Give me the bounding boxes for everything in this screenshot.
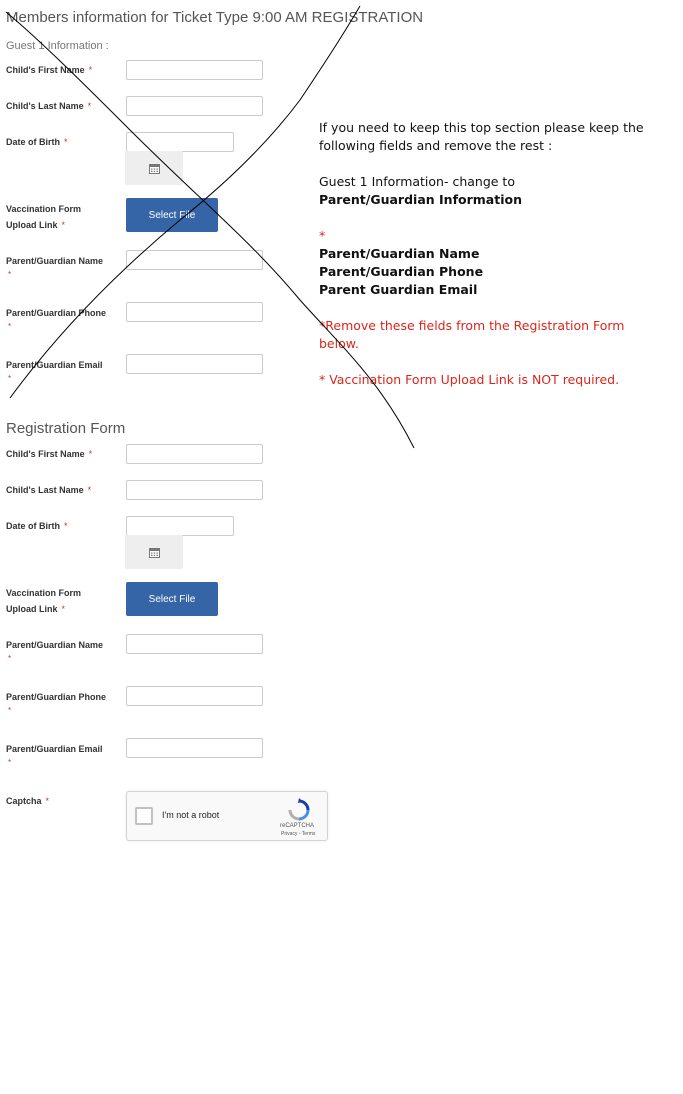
- note-vaccination: * Vaccination Form Upload Link is NOT re…: [319, 372, 620, 387]
- recaptcha-widget: I'm not a robot reCAPTCHA Privacy - Term…: [126, 791, 328, 841]
- guest-info-subtitle: Guest 1 Information :: [6, 40, 109, 52]
- registration-form-title: Registration Form: [6, 420, 126, 437]
- top-first-name-label: Child's First Name *: [6, 65, 93, 75]
- guardian-name-required: *: [8, 654, 12, 663]
- top-guardian-phone-input[interactable]: [126, 302, 263, 322]
- vaccination-label: Vaccination Form Upload Link *: [6, 588, 82, 614]
- note-remove-2: below.: [319, 336, 359, 351]
- guardian-phone-label: Parent/Guardian Phone: [6, 692, 107, 702]
- calendar-button[interactable]: [125, 535, 183, 569]
- top-guardian-email-label: Parent/Guardian Email: [6, 360, 103, 370]
- top-guardian-name-label: Parent/Guardian Name: [6, 256, 104, 266]
- top-last-name-input[interactable]: [126, 96, 263, 116]
- top-dob-label: Date of Birth *: [6, 137, 68, 147]
- recaptcha-logo-icon: [288, 798, 310, 821]
- note-remove-1: *Remove these fields from the Registrati…: [319, 318, 625, 333]
- guardian-name-label: Parent/Guardian Name: [6, 640, 104, 650]
- top-dob-input[interactable]: [126, 132, 234, 152]
- top-first-name-input[interactable]: [126, 60, 263, 80]
- dob-input[interactable]: [126, 516, 234, 536]
- guardian-phone-required: *: [8, 706, 12, 715]
- top-guardian-email-input[interactable]: [126, 354, 263, 374]
- guardian-phone-input[interactable]: [126, 686, 263, 706]
- first-name-label: Child's First Name *: [6, 449, 93, 459]
- last-name-label: Child's Last Name *: [6, 485, 92, 495]
- top-calendar-button[interactable]: [125, 151, 183, 185]
- guardian-email-label: Parent/Guardian Email: [6, 744, 103, 754]
- note-line-1: If you need to keep this top section ple…: [319, 120, 644, 135]
- recaptcha-terms-link[interactable]: Privacy - Terms: [281, 831, 315, 837]
- recaptcha-checkbox[interactable]: [135, 807, 153, 825]
- note-asterisk: *: [319, 228, 326, 243]
- top-select-file-button[interactable]: Select File: [126, 198, 218, 232]
- guardian-name-input[interactable]: [126, 634, 263, 654]
- note-keep-3: Parent Guardian Email: [319, 282, 478, 297]
- guardian-email-required: *: [8, 758, 12, 767]
- calendar-icon: [148, 547, 160, 558]
- top-section-title: Members information for Ticket Type 9:00…: [6, 9, 424, 26]
- top-last-name-label: Child's Last Name *: [6, 101, 92, 111]
- select-file-button[interactable]: Select File: [126, 582, 218, 616]
- top-vaccination-label: Vaccination Form Upload Link *: [6, 204, 82, 230]
- recaptcha-brand: reCAPTCHA: [280, 823, 315, 829]
- note-line-4: Parent/Guardian Information: [319, 192, 522, 207]
- note-keep-2: Parent/Guardian Phone: [319, 264, 484, 279]
- last-name-input[interactable]: [126, 480, 263, 500]
- note-line-2: following fields and remove the rest :: [319, 138, 553, 153]
- top-guardian-name-required: *: [8, 270, 12, 279]
- top-guardian-email-required: *: [8, 374, 12, 383]
- note-keep-1: Parent/Guardian Name: [319, 246, 480, 261]
- first-name-input[interactable]: [126, 444, 263, 464]
- captcha-label: Captcha *: [6, 796, 50, 806]
- dob-label: Date of Birth *: [6, 521, 68, 531]
- top-guardian-phone-label: Parent/Guardian Phone: [6, 308, 107, 318]
- top-guardian-name-input[interactable]: [126, 250, 263, 270]
- cross-out-mark: [5, 5, 415, 449]
- note-line-3: Guest 1 Information- change to: [319, 174, 515, 189]
- recaptcha-label: I'm not a robot: [162, 810, 220, 820]
- calendar-icon: [148, 163, 160, 174]
- top-guardian-phone-required: *: [8, 322, 12, 331]
- guardian-email-input[interactable]: [126, 738, 263, 758]
